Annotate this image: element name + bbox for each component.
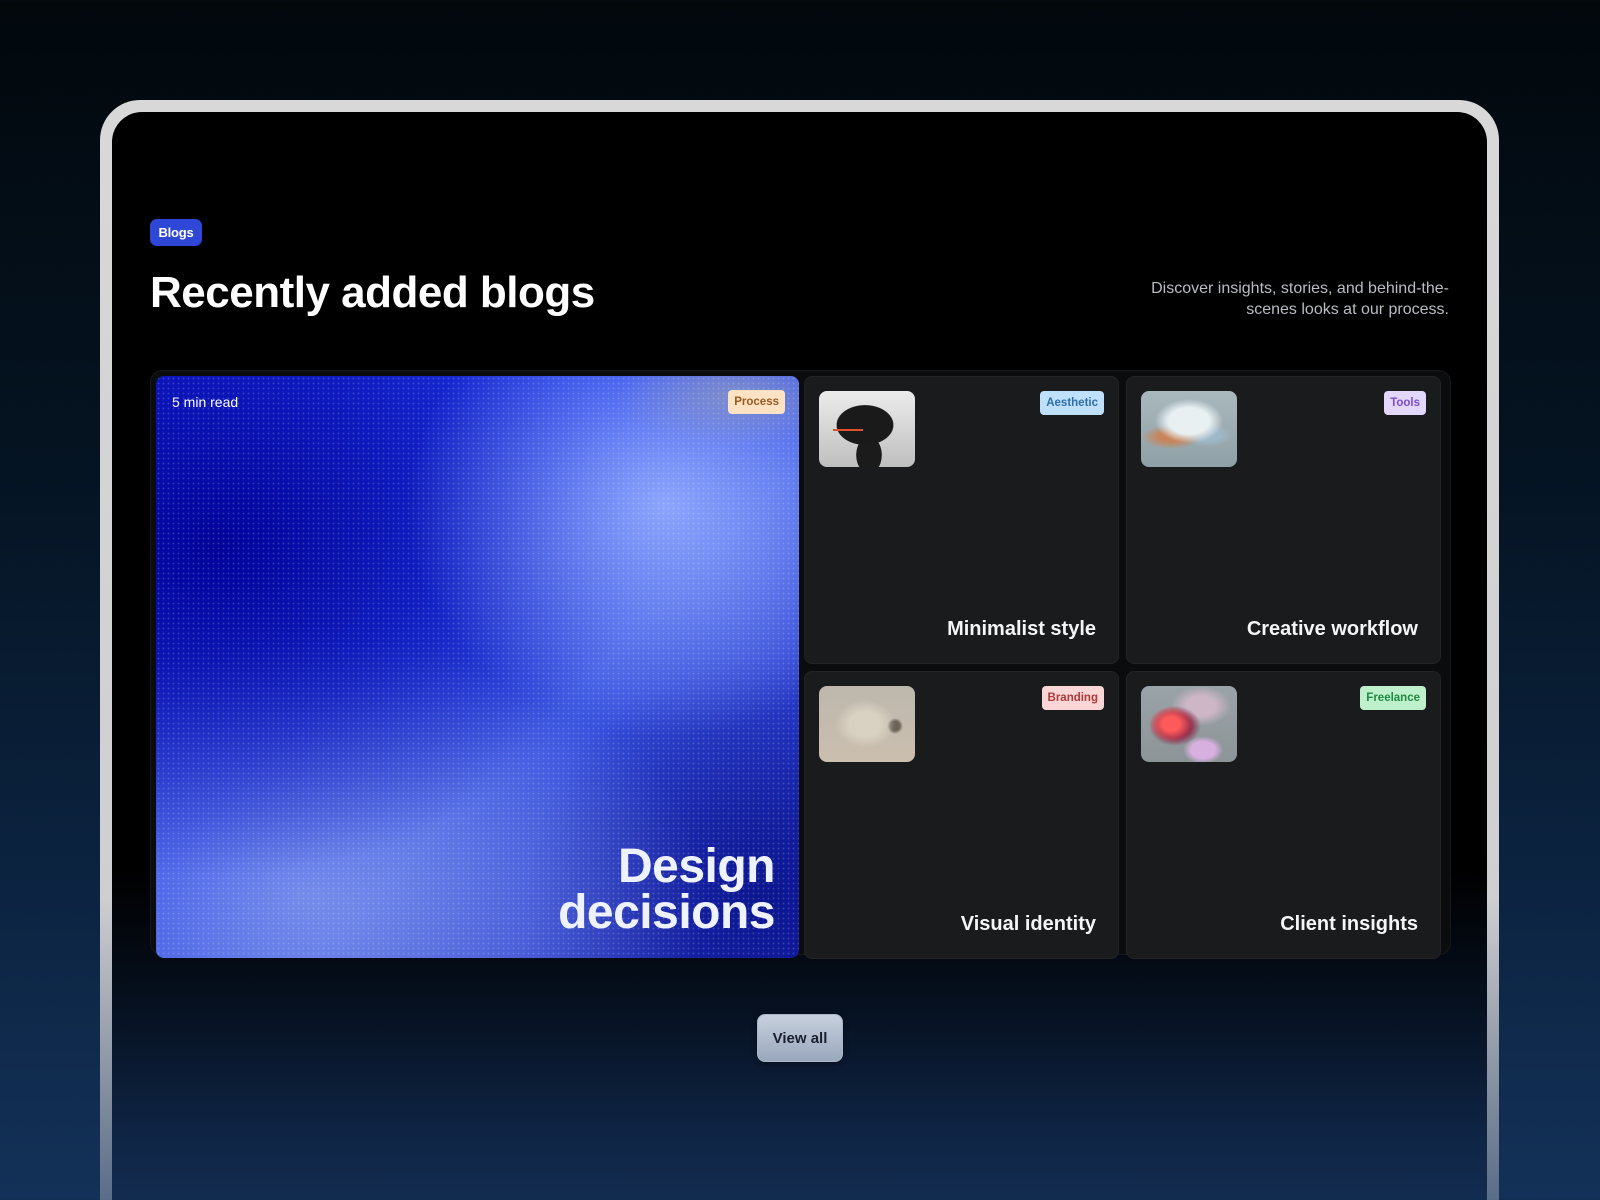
blog-card-visual-identity[interactable]: Branding Visual identity [804, 671, 1119, 959]
read-time-label: 5 min read [172, 394, 239, 410]
screen: Blogs Recently added blogs Discover insi… [112, 112, 1487, 1200]
process-tag: Process [728, 390, 785, 414]
transparent-camera-image [819, 686, 915, 762]
blog-card-creative-workflow[interactable]: Tools Creative workflow [1126, 376, 1441, 664]
iridescent-cloud-image [1141, 391, 1237, 467]
freelance-tag: Freelance [1360, 686, 1426, 710]
page-title: Recently added blogs [150, 268, 595, 317]
featured-blog-card[interactable]: 5 min read Process Design decisions [156, 376, 799, 958]
blog-card-title: Visual identity [960, 913, 1096, 935]
blog-grid: 5 min read Process Design decisions Aesth… [150, 370, 1451, 959]
glowing-particles-image [1141, 686, 1237, 762]
tools-tag: Tools [1384, 391, 1426, 415]
dark-helmet-image [819, 391, 915, 467]
section-description: Discover insights, stories, and behind-t… [1151, 280, 1449, 318]
blog-card-minimalist-style[interactable]: Aesthetic Minimalist style [804, 376, 1119, 664]
device-frame: Blogs Recently added blogs Discover insi… [100, 100, 1499, 1200]
blog-card-title: Client insights [1280, 913, 1418, 935]
blog-card-title: Creative workflow [1246, 618, 1418, 640]
branding-tag: Branding [1041, 686, 1104, 710]
section-badge: Blogs [150, 219, 202, 246]
view-all-button[interactable]: View all [757, 1014, 843, 1062]
featured-blog-title: Design decisions [558, 840, 775, 939]
blog-card-client-insights[interactable]: Freelance Client insights [1126, 671, 1441, 959]
blog-card-title: Minimalist style [947, 618, 1096, 640]
aesthetic-tag: Aesthetic [1040, 391, 1104, 415]
